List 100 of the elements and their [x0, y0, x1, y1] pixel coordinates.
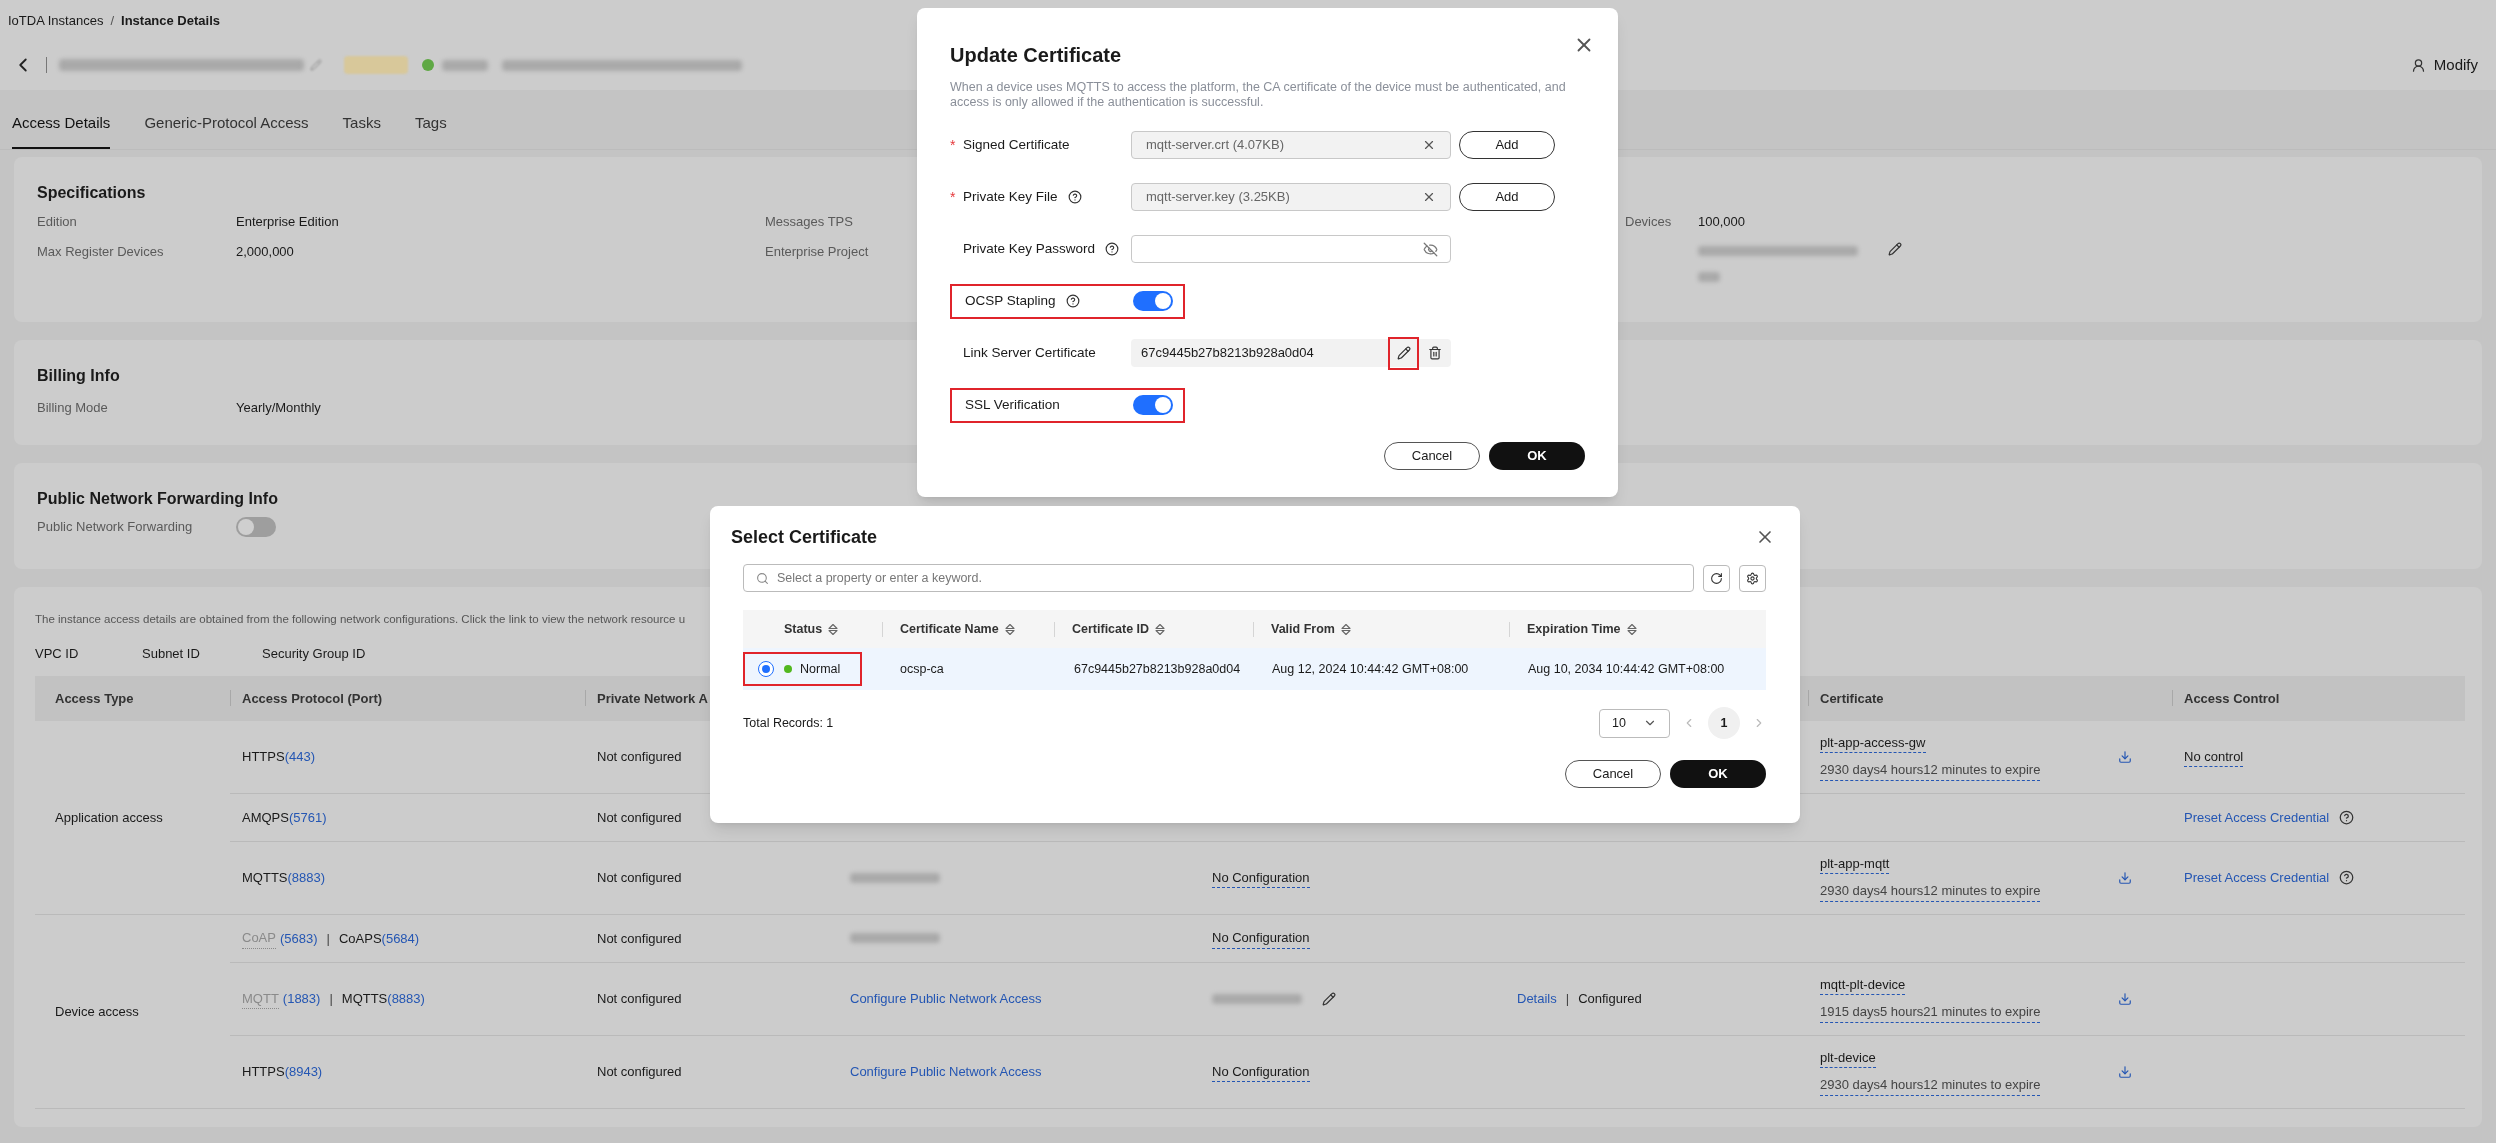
tab[interactable]: Generic-Protocol Access [144, 99, 309, 149]
sort-icon[interactable] [1626, 622, 1637, 636]
help-icon[interactable] [1065, 294, 1080, 308]
column-header: Access Control [2183, 689, 2280, 708]
table-row[interactable]: Normal ocsp-ca 67c9445b27b8213b928a0d04 Aug 12, 2024 10:44:42 GMT+08:00 Aug 10, 2034 10:44:42 GMT+08:00 [743, 648, 1766, 690]
toggle-switch[interactable] [1133, 291, 1173, 311]
cell-text: Not configured [597, 748, 682, 766]
link[interactable]: (8883) [387, 989, 425, 1009]
file-field[interactable]: mqtt-server.crt (4.07KB) [1131, 131, 1451, 159]
edit-icon[interactable] [1322, 991, 1336, 1006]
page-size-select[interactable]: 10 [1599, 708, 1670, 738]
certificate-id: 67c9445b27b8213b928a0d04 [1141, 344, 1314, 363]
table-cell: ocsp-ca [900, 661, 944, 676]
clear-icon[interactable] [1422, 138, 1436, 152]
dashed-link-text[interactable]: No Configuration [1212, 1061, 1310, 1082]
search-placeholder: Select a property or enter a keyword. [777, 569, 982, 587]
modify-button[interactable]: Modify [2410, 53, 2478, 77]
file-field[interactable]: mqtt-server.key (3.25KB) [1131, 183, 1451, 211]
refresh-button[interactable] [1703, 564, 1730, 592]
field-value: 100,000 [1698, 213, 1745, 231]
status-text: Normal [800, 660, 841, 678]
certificate-expiry[interactable]: 2930 days4 hours12 minutes to expire [1820, 881, 2041, 902]
sort-icon[interactable] [1155, 622, 1166, 636]
table-cell: Aug 12, 2024 10:44:42 GMT+08:00 [1272, 661, 1469, 676]
edit-icon[interactable] [1888, 242, 1902, 256]
link[interactable]: Preset Access Credential [2184, 868, 2330, 888]
hidden-eye-icon[interactable] [1423, 241, 1438, 257]
radio-button[interactable] [758, 661, 774, 677]
certificate-name[interactable]: plt-app-mqtt [1820, 853, 1890, 875]
download-icon[interactable] [2118, 991, 2132, 1006]
cell-text: CoAPS [338, 929, 382, 948]
certificate-expiry[interactable]: 2930 days4 hours12 minutes to expire [1820, 1075, 2041, 1096]
tab[interactable]: Access Details [12, 99, 111, 149]
field-label: OCSP Stapling [965, 291, 1056, 310]
user-edit-icon [2410, 57, 2426, 73]
ok-button[interactable]: OK [1670, 760, 1766, 788]
download-icon[interactable] [2118, 1064, 2132, 1079]
disabled-protocol-text: CoAP [242, 928, 276, 949]
column-header: Private Network A [596, 689, 708, 708]
dialog-description: When a device uses MQTTS to access the platform, the CA certificate of the device must be authenticated, and access is only allowed if the authentication is successful. [950, 80, 1567, 110]
link[interactable]: (5683) [279, 928, 318, 948]
link[interactable]: (5761) [288, 807, 327, 827]
field-label: Max Register Devices [37, 244, 164, 259]
column-header: Certificate [1819, 689, 1884, 708]
toggle-switch[interactable] [236, 517, 276, 537]
field-label: Devices [1625, 214, 1672, 229]
link[interactable]: (1883) [282, 989, 321, 1009]
clear-icon[interactable] [1422, 190, 1436, 204]
tab[interactable]: Tasks [342, 99, 381, 149]
column-header: Certificate Name [899, 620, 999, 638]
help-icon[interactable] [2339, 870, 2355, 886]
blurred-badge [344, 56, 408, 74]
certificate-expiry[interactable]: 1915 days5 hours21 minutes to expire [1820, 1002, 2041, 1023]
link[interactable]: Preset Access Credential [2184, 807, 2330, 827]
page-button[interactable]: 1 [1708, 707, 1740, 739]
download-icon[interactable] [2118, 749, 2132, 764]
dashed-link-text[interactable]: No Configuration [1212, 867, 1310, 888]
cell-text: HTTPS [242, 1063, 285, 1081]
certificate-name[interactable]: plt-app-access-gw [1820, 732, 1926, 754]
certificate-expiry[interactable]: 2930 days4 hours12 minutes to expire [1820, 760, 2041, 781]
certificate-name[interactable]: mqtt-plt-device [1820, 974, 1906, 996]
breadcrumb-link[interactable]: IoTDA Instances [8, 11, 104, 31]
link[interactable]: (8883) [287, 868, 326, 888]
field-value: Enterprise Edition [236, 213, 339, 231]
link[interactable]: (8943) [284, 1062, 323, 1082]
link[interactable]: Configure Public Network Access [850, 1062, 1042, 1082]
sort-icon[interactable] [828, 622, 839, 636]
separator-text: | [326, 929, 330, 948]
table-cell: 67c9445b27b8213b928a0d04 [1074, 661, 1241, 676]
search-field[interactable]: Select a property or enter a keyword. [743, 564, 1694, 592]
password-field[interactable] [1131, 235, 1451, 263]
link[interactable]: (5684) [381, 928, 420, 948]
certificate-name[interactable]: plt-device [1820, 1047, 1876, 1069]
field-label: Link Server Certificate [963, 343, 1096, 362]
help-icon[interactable] [1067, 190, 1082, 204]
link[interactable]: Configure Public Network Access [850, 989, 1042, 1009]
separator-text: | [1565, 990, 1570, 1008]
field-label: Security Group ID [262, 645, 366, 664]
link[interactable]: Details [1517, 989, 1557, 1009]
column-header: Access Type [54, 689, 134, 708]
download-icon[interactable] [2118, 870, 2132, 885]
link[interactable]: (443) [284, 747, 315, 767]
dashed-link-text[interactable]: No control [2184, 746, 2244, 767]
settings-button[interactable] [1739, 564, 1766, 592]
ok-button[interactable]: OK [1489, 442, 1585, 470]
field-label: Billing Mode [37, 399, 109, 417]
delete-icon[interactable] [1428, 346, 1442, 360]
toggle-switch[interactable] [1133, 395, 1173, 415]
dashed-link-text[interactable]: No Configuration [1212, 928, 1310, 949]
sort-icon[interactable] [1004, 622, 1015, 636]
separator-text: | [329, 990, 333, 1008]
sort-icon[interactable] [1340, 622, 1351, 636]
help-icon[interactable] [1105, 242, 1120, 256]
tab[interactable]: Tags [414, 99, 447, 149]
access-type-text: Application access [55, 809, 163, 825]
column-header: Certificate ID [1071, 620, 1150, 638]
cell-text: Not configured [597, 869, 682, 887]
field-label: Private Key File [963, 187, 1058, 206]
edit-button[interactable] [1388, 336, 1419, 370]
help-icon[interactable] [2339, 809, 2355, 825]
